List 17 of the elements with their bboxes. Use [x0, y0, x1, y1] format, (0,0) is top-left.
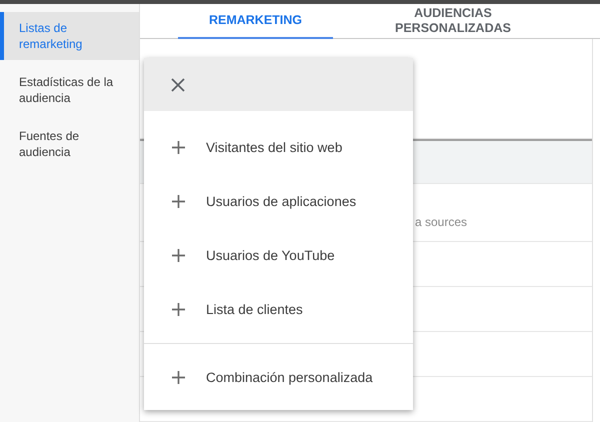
plus-icon — [172, 194, 185, 208]
plus-icon — [172, 140, 185, 154]
menu-item[interactable]: Visitantes del sitio web — [144, 120, 413, 174]
table-cell: a sources — [415, 215, 468, 229]
plus-icon — [172, 370, 185, 384]
menu-item[interactable]: Usuarios de YouTube — [144, 228, 413, 282]
sidebar-item[interactable]: Listas de remarketing — [0, 12, 139, 60]
close-icon[interactable] — [170, 76, 186, 92]
tab[interactable]: AUDIENCIAS PERSONALIZADAS — [378, 4, 528, 39]
menu-item[interactable]: Combinación personalizada — [144, 344, 413, 410]
sidebar-item[interactable]: Estadísticas de la audiencia — [0, 66, 139, 114]
menu-item[interactable]: Usuarios de aplicaciones — [144, 174, 413, 228]
sidebar-item[interactable]: Fuentes de audiencia — [0, 120, 139, 168]
plus-icon — [172, 248, 185, 262]
plus-icon — [172, 302, 185, 316]
menu-item[interactable]: Lista de clientes — [144, 282, 413, 336]
tab[interactable]: REMARKETING — [178, 4, 333, 39]
